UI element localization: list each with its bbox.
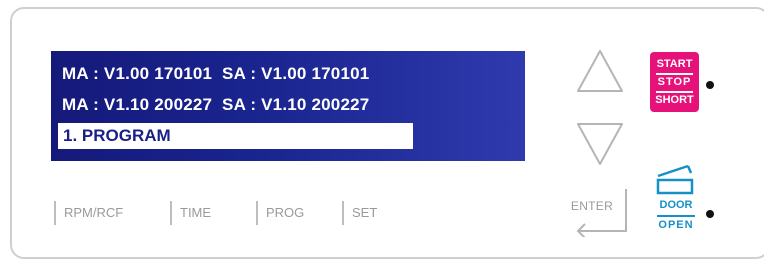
start-stop-short-button[interactable]: START STOP SHORT bbox=[650, 52, 699, 112]
mode-prog: PROG bbox=[256, 201, 304, 225]
down-button[interactable] bbox=[575, 118, 625, 168]
mode-rpm-rcf: RPM/RCF bbox=[54, 201, 123, 225]
mode-set: SET bbox=[342, 201, 377, 225]
mode-time: TIME bbox=[170, 201, 211, 225]
door-lid-icon bbox=[656, 164, 694, 195]
triangle-down-icon bbox=[577, 123, 623, 165]
divider bbox=[656, 73, 693, 75]
divider bbox=[656, 91, 693, 93]
up-button[interactable] bbox=[575, 47, 625, 97]
door-open-button[interactable]: DOOR OPEN bbox=[651, 163, 701, 241]
lcd-display: MA : V1.00 170101 SA : V1.00 170101 MA :… bbox=[51, 51, 525, 161]
start-label: START bbox=[656, 58, 693, 70]
short-label: SHORT bbox=[655, 94, 694, 106]
door-indicator-led bbox=[706, 210, 714, 218]
firmware-version-line-1: MA : V1.00 170101 SA : V1.00 170101 bbox=[62, 64, 370, 83]
enter-button[interactable]: ENTER bbox=[570, 187, 632, 237]
mode-prog-label: PROG bbox=[266, 205, 305, 220]
triangle-up-icon bbox=[577, 50, 623, 92]
enter-return-icon bbox=[576, 189, 627, 237]
start-indicator-led bbox=[706, 81, 714, 89]
divider bbox=[657, 215, 695, 217]
mode-rpm-rcf-label: RPM/RCF bbox=[64, 205, 124, 220]
mode-time-label: TIME bbox=[180, 205, 212, 220]
mode-set-label: SET bbox=[352, 205, 378, 220]
selected-menu-item: 1. PROGRAM bbox=[58, 123, 413, 149]
door-label: DOOR bbox=[659, 199, 693, 211]
firmware-version-line-2: MA : V1.10 200227 SA : V1.10 200227 bbox=[62, 95, 370, 114]
stop-label: STOP bbox=[657, 76, 692, 88]
selected-menu-label: 1. PROGRAM bbox=[63, 126, 171, 145]
open-label: OPEN bbox=[658, 219, 694, 231]
